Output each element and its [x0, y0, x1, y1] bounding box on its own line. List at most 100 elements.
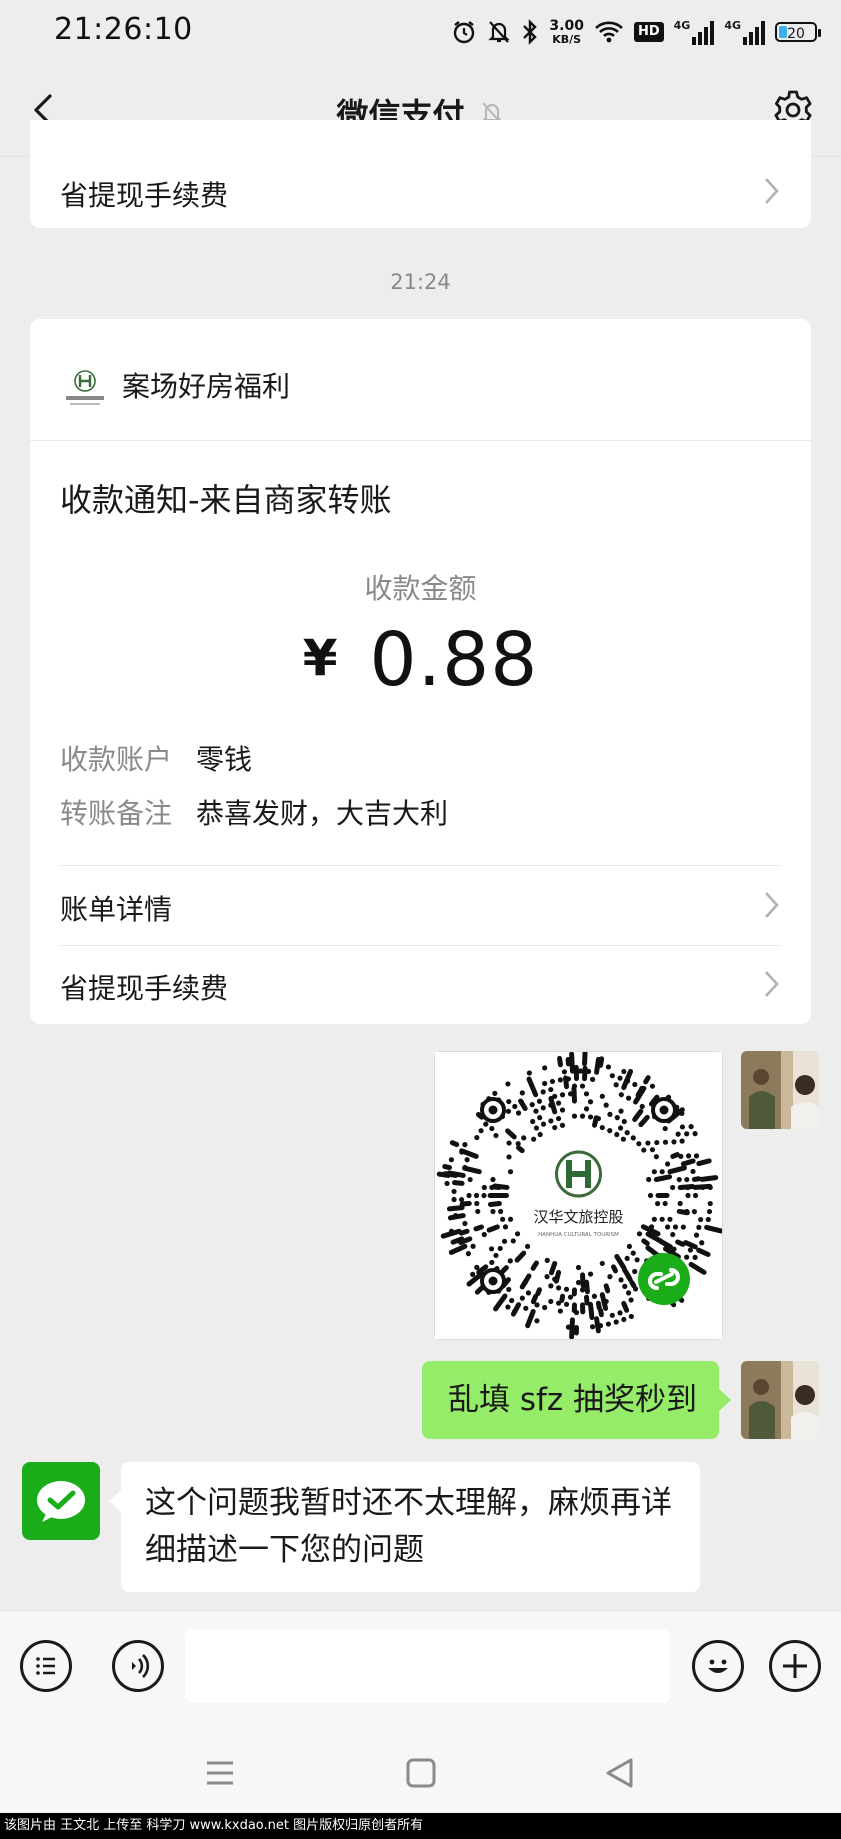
qr-dot: [537, 1115, 543, 1121]
qr-dot: [679, 1124, 686, 1130]
qr-dot: [670, 1184, 676, 1191]
wechat-pay-check-icon: [37, 1481, 85, 1522]
message-input[interactable]: [185, 1629, 670, 1703]
fee-saving-link-label[interactable]: 省提现手续费: [60, 174, 228, 214]
qr-dot: [505, 1108, 512, 1114]
qr-bar: [557, 1055, 563, 1068]
recent-apps-icon[interactable]: [204, 1757, 236, 1789]
bill-details-link[interactable]: 账单详情: [60, 888, 172, 928]
qr-dot: [548, 1118, 554, 1124]
qr-dot: [679, 1110, 685, 1117]
qr-dot: [707, 1200, 713, 1207]
qr-dot: [534, 1318, 540, 1324]
qr-dot: [649, 1083, 656, 1089]
qr-dot: [567, 1091, 574, 1097]
chevron-right-icon: [765, 971, 779, 997]
bot-text-message[interactable]: 这个问题我暂时还不太理解，麻烦再详细描述一下您的问题: [109, 1462, 700, 1592]
qr-dot: [557, 1308, 563, 1314]
qr-sub-text: HANHUA CULTURAL TOURISM: [538, 1232, 619, 1238]
qr-bar: [643, 1075, 651, 1085]
qr-dot: [521, 1135, 527, 1141]
qr-dot: [645, 1140, 651, 1146]
qr-bar: [436, 1171, 451, 1178]
qr-dot: [654, 1139, 660, 1146]
mini-program-qr-code: 汉华文旅控股 HANHUA CULTURAL TOURISM: [435, 1049, 724, 1340]
chevron-right-icon: [765, 178, 779, 204]
qr-dot: [579, 1113, 586, 1119]
qr-dot: [559, 1122, 566, 1128]
qr-bar: [486, 1224, 500, 1233]
qr-bar: [611, 1264, 619, 1274]
qr-bar: [629, 1279, 637, 1289]
qr-dot: [605, 1321, 612, 1327]
qr-dot: [654, 1200, 661, 1207]
qr-dot: [687, 1247, 694, 1253]
qr-bar: [699, 1175, 719, 1182]
qr-dot: [587, 1099, 594, 1105]
more-options-button[interactable]: [769, 1640, 821, 1692]
qr-dot: [613, 1082, 619, 1088]
qr-dot: [698, 1216, 704, 1223]
divider: [60, 945, 781, 946]
qr-dot: [678, 1153, 684, 1159]
qr-dot: [506, 1154, 512, 1160]
qr-dot: [628, 1313, 634, 1320]
qr-dot: [634, 1257, 640, 1263]
qr-bar: [569, 1317, 575, 1340]
qr-dot: [626, 1243, 633, 1250]
emoji-button[interactable]: [692, 1640, 744, 1692]
qr-dot: [605, 1064, 612, 1070]
menu-toggle-button[interactable]: [20, 1640, 72, 1692]
qr-dot: [621, 1316, 627, 1323]
payment-notice-card[interactable]: 案场好房福利 收款通知-来自商家转账 收款金额 ¥0.88 收款账户 零钱 转账…: [30, 319, 811, 1024]
qr-dot: [467, 1176, 473, 1183]
qr-dot: [451, 1196, 457, 1203]
qr-dot: [514, 1231, 521, 1237]
qr-dot: [621, 1068, 627, 1075]
qr-bar: [582, 1065, 588, 1082]
qr-dot: [488, 1246, 495, 1252]
qr-dot: [502, 1224, 509, 1230]
qr-dot: [470, 1271, 476, 1277]
qr-dot: [639, 1103, 645, 1110]
qr-dot: [571, 1083, 578, 1089]
qr-dot: [531, 1136, 537, 1142]
voice-button[interactable]: [112, 1640, 164, 1692]
qr-dot: [630, 1135, 636, 1141]
qr-bar: [452, 1180, 465, 1186]
qr-dot: [692, 1192, 699, 1199]
qr-dot: [641, 1147, 647, 1153]
back-nav-icon[interactable]: [604, 1757, 636, 1789]
qr-dot: [684, 1254, 690, 1260]
qr-dot: [557, 1077, 563, 1083]
home-icon[interactable]: [405, 1757, 437, 1789]
qr-dot: [662, 1125, 668, 1132]
qr-center-text: 汉华文旅控股: [533, 1208, 623, 1226]
qr-dot: [505, 1304, 511, 1310]
user-avatar[interactable]: [741, 1361, 819, 1439]
qr-dot: [474, 1134, 480, 1141]
qr-dot: [609, 1312, 615, 1318]
user-avatar[interactable]: [741, 1051, 819, 1129]
qr-dot: [522, 1279, 528, 1286]
qr-dot: [684, 1131, 690, 1137]
qr-bar: [559, 1293, 566, 1303]
signal-strength-2: 4G: [724, 19, 765, 45]
qr-dot: [540, 1089, 546, 1095]
qr-bar: [571, 1085, 577, 1104]
wechat-pay-avatar[interactable]: [22, 1462, 100, 1540]
merchant-name[interactable]: 案场好房福利: [122, 365, 290, 405]
qr-code-image-message[interactable]: 汉华文旅控股 HANHUA CULTURAL TOURISM: [434, 1049, 724, 1340]
qr-dot: [675, 1131, 681, 1137]
qr-dot: [671, 1139, 677, 1145]
qr-bar: [442, 1164, 452, 1171]
fee-saving-link[interactable]: 省提现手续费: [60, 967, 228, 1007]
user-text-message[interactable]: 乱填 sfz 抽奖秒到: [422, 1361, 731, 1439]
qr-dot: [519, 1295, 525, 1301]
hd-badge: HD: [633, 22, 664, 42]
qr-bar: [473, 1224, 484, 1232]
qr-dot: [459, 1149, 465, 1155]
qr-dot: [700, 1184, 706, 1191]
qr-dot: [632, 1286, 639, 1292]
watermark-text: 该图片由 王文北 上传至 科学刀 www.kxdao.net 图片版权归原创者所…: [0, 1813, 841, 1839]
